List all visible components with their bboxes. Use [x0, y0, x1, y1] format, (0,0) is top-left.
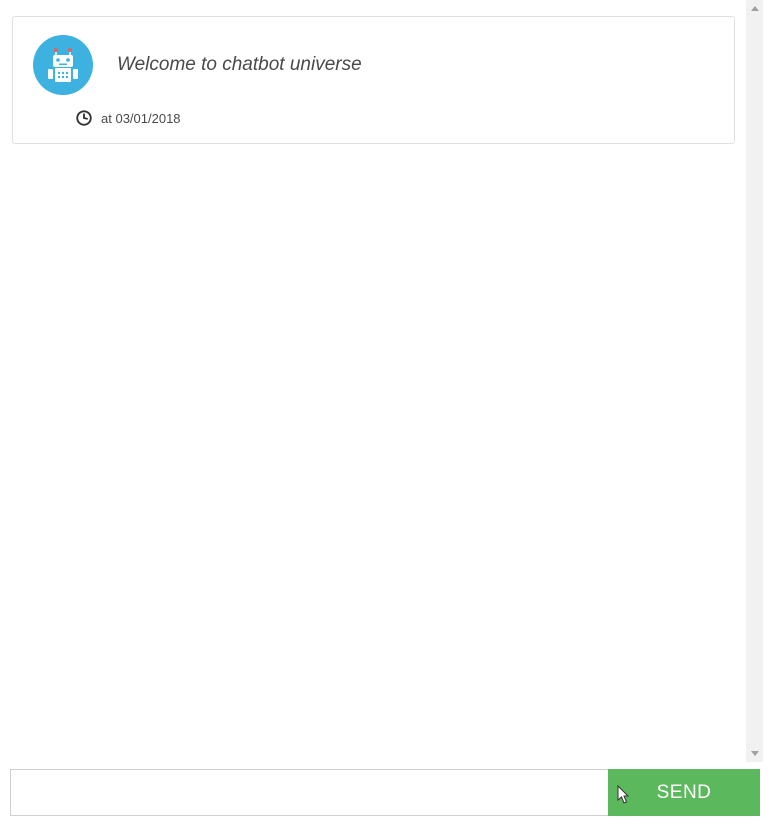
- chevron-up-icon: [751, 6, 759, 11]
- clock-icon: [75, 109, 93, 127]
- chevron-down-icon: [751, 751, 759, 756]
- send-button-label: SEND: [657, 782, 712, 804]
- scrollbar-arrow-down[interactable]: [746, 745, 763, 762]
- message-header: Welcome to chatbot universe: [33, 35, 714, 95]
- scrollbar-arrow-up[interactable]: [746, 0, 763, 17]
- message-card: Welcome to chatbot universe at 03/01/201…: [12, 16, 735, 144]
- timestamp-date: 03/01/2018: [115, 111, 180, 126]
- robot-icon: [44, 46, 82, 84]
- message-footer: at 03/01/2018: [75, 109, 714, 127]
- scrollbar[interactable]: [746, 0, 763, 762]
- timestamp-prefix: at: [101, 111, 115, 126]
- send-button[interactable]: SEND: [608, 769, 760, 816]
- input-row: SEND: [10, 769, 760, 816]
- message-input[interactable]: [10, 769, 608, 816]
- timestamp: at 03/01/2018: [101, 111, 181, 126]
- chat-container: Welcome to chatbot universe at 03/01/201…: [0, 0, 745, 762]
- cursor-icon: [617, 785, 631, 805]
- message-text: Welcome to chatbot universe: [117, 54, 362, 76]
- bot-avatar: [33, 35, 93, 95]
